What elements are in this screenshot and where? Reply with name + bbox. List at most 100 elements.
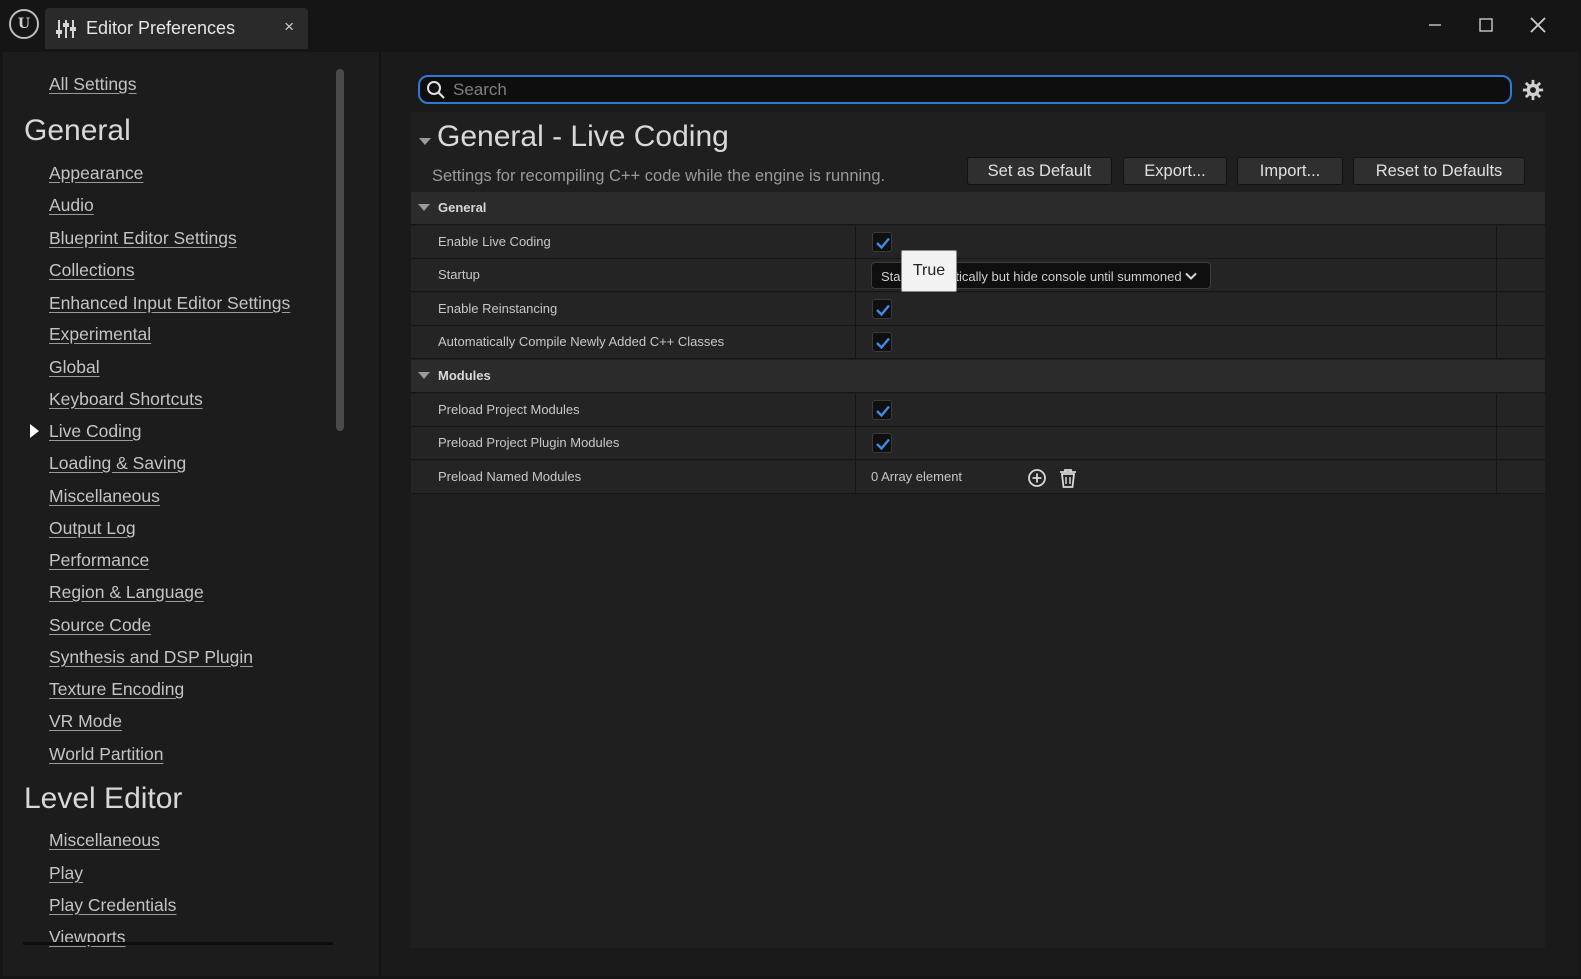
editor-preferences-tab[interactable]: Editor Preferences × (45, 8, 308, 49)
sidebar-item-miscellaneous[interactable]: Miscellaneous (49, 486, 160, 507)
checkmark-icon (876, 405, 890, 418)
settings-main-panel: General - Live Coding Settings for recom… (381, 52, 1579, 976)
sidebar-item-blueprint-editor-settings[interactable]: Blueprint Editor Settings (49, 228, 237, 249)
trash-icon[interactable] (1057, 467, 1079, 489)
category-general[interactable]: General (411, 192, 1545, 225)
sidebar-item-texture-encoding[interactable]: Texture Encoding (49, 679, 184, 700)
column-divider (855, 461, 856, 494)
search-icon (427, 81, 445, 99)
sidebar-item-play[interactable]: Play (49, 863, 83, 884)
category-collapse-icon (418, 204, 430, 211)
prop-row-enable-reinstancing: Enable Reinstancing (411, 293, 1545, 326)
settings-sidebar: All Settings General Appearance Audio Bl… (3, 52, 380, 976)
column-divider (1496, 394, 1497, 427)
sidebar-item-loading-saving[interactable]: Loading & Saving (49, 453, 186, 474)
column-divider (855, 293, 856, 326)
sidebar-item-experimental[interactable]: Experimental (49, 324, 151, 345)
category-label: General (438, 200, 487, 215)
category-label: Modules (438, 368, 491, 383)
reset-to-defaults-button[interactable]: Reset to Defaults (1353, 157, 1525, 185)
sidebar-item-collections[interactable]: Collections (49, 260, 135, 281)
sidebar-heading-general: General (24, 114, 131, 147)
close-icon (1530, 17, 1546, 33)
set-as-default-button[interactable]: Set as Default (967, 157, 1112, 185)
column-divider (855, 326, 856, 359)
sidebar-item-audio[interactable]: Audio (49, 195, 94, 216)
array-count: 0 Array element (871, 469, 963, 484)
column-divider (1496, 226, 1497, 259)
column-divider (1496, 461, 1497, 494)
sidebar-item-region-language[interactable]: Region & Language (49, 582, 204, 603)
category-modules[interactable]: Modules (411, 360, 1545, 393)
preload-plugin-modules-checkbox[interactable] (872, 433, 892, 453)
section-title: General - Live Coding (437, 120, 729, 153)
title-bar: U Editor Preferences × (0, 0, 1581, 52)
prop-row-startup: Startup Start automatically but hide con… (411, 259, 1545, 292)
minimize-button[interactable] (1418, 10, 1452, 40)
column-divider (1496, 293, 1497, 326)
checkmark-icon (876, 438, 890, 451)
checkmark-icon (876, 304, 890, 317)
search-box[interactable] (418, 75, 1512, 104)
prop-row-enable-live-coding: Enable Live Coding (411, 226, 1545, 259)
sidebar-item-live-coding[interactable]: Live Coding (49, 421, 141, 442)
auto-compile-checkbox[interactable] (872, 332, 892, 352)
checkmark-icon (876, 337, 890, 350)
prop-name: Automatically Compile Newly Added C++ Cl… (438, 334, 725, 349)
sidebar-item-level-miscellaneous[interactable]: Miscellaneous (49, 830, 160, 851)
sidebar-item-performance[interactable]: Performance (49, 550, 149, 571)
tab-title: Editor Preferences (86, 18, 236, 38)
prop-row-preload-project-modules: Preload Project Modules (411, 394, 1545, 427)
minimize-icon (1429, 24, 1441, 26)
sidebar-item-vr-mode[interactable]: VR Mode (49, 711, 122, 732)
sliders-icon (56, 20, 76, 38)
column-divider (1496, 326, 1497, 359)
tab-close-icon[interactable]: × (284, 17, 294, 37)
prop-name: Preload Named Modules (438, 469, 582, 484)
import-button[interactable]: Import... (1237, 157, 1343, 185)
sidebar-item-play-credentials[interactable]: Play Credentials (49, 895, 176, 916)
section-collapse-icon[interactable] (419, 138, 431, 145)
prop-name: Preload Project Plugin Modules (438, 435, 620, 450)
prop-row-preload-named-modules: Preload Named Modules 0 Array element (411, 461, 1545, 494)
gear-icon[interactable] (1522, 79, 1544, 101)
sidebar-item-world-partition[interactable]: World Partition (49, 744, 163, 765)
sidebar-item-synthesis-dsp-plugin[interactable]: Synthesis and DSP Plugin (49, 647, 253, 668)
sidebar-all-settings[interactable]: All Settings (49, 74, 137, 95)
add-circle-icon[interactable] (1026, 467, 1048, 489)
export-button[interactable]: Export... (1123, 157, 1227, 185)
prop-name: Enable Live Coding (438, 234, 551, 249)
settings-content: General - Live Coding Settings for recom… (411, 112, 1545, 948)
prop-row-auto-compile: Automatically Compile Newly Added C++ Cl… (411, 326, 1545, 359)
sidebar-item-keyboard-shortcuts[interactable]: Keyboard Shortcuts (49, 389, 203, 410)
sidebar-item-source-code[interactable]: Source Code (49, 615, 151, 636)
prop-name: Enable Reinstancing (438, 301, 558, 316)
maximize-icon (1479, 18, 1493, 32)
enable-live-coding-checkbox[interactable] (872, 232, 892, 252)
sidebar-item-output-log[interactable]: Output Log (49, 518, 136, 539)
close-window-button[interactable] (1521, 10, 1555, 40)
sidebar-item-global[interactable]: Global (49, 357, 100, 378)
logo-glyph: U (17, 16, 31, 32)
section-description: Settings for recompiling C++ code while … (432, 167, 886, 185)
selected-arrow-icon (30, 424, 39, 438)
column-divider (855, 226, 856, 259)
preload-project-modules-checkbox[interactable] (872, 400, 892, 420)
column-divider (1496, 259, 1497, 292)
column-divider (855, 259, 856, 292)
sidebar-heading-level-editor: Level Editor (24, 782, 183, 815)
sidebar-scrollbar[interactable] (336, 69, 344, 431)
prop-row-preload-plugin-modules: Preload Project Plugin Modules (411, 427, 1545, 460)
column-divider (855, 427, 856, 460)
sidebar-item-appearance[interactable]: Appearance (49, 163, 143, 184)
chevron-down-icon (1185, 272, 1197, 280)
checkmark-icon (876, 237, 890, 250)
unreal-logo-icon[interactable]: U (9, 9, 39, 39)
sidebar-bottom-divider (23, 942, 333, 945)
maximize-button[interactable] (1469, 10, 1503, 40)
sidebar-item-enhanced-input-editor-settings[interactable]: Enhanced Input Editor Settings (49, 293, 290, 314)
prop-name: Preload Project Modules (438, 402, 580, 417)
search-input[interactable] (453, 79, 1493, 101)
enable-reinstancing-checkbox[interactable] (872, 299, 892, 319)
column-divider (1496, 427, 1497, 460)
